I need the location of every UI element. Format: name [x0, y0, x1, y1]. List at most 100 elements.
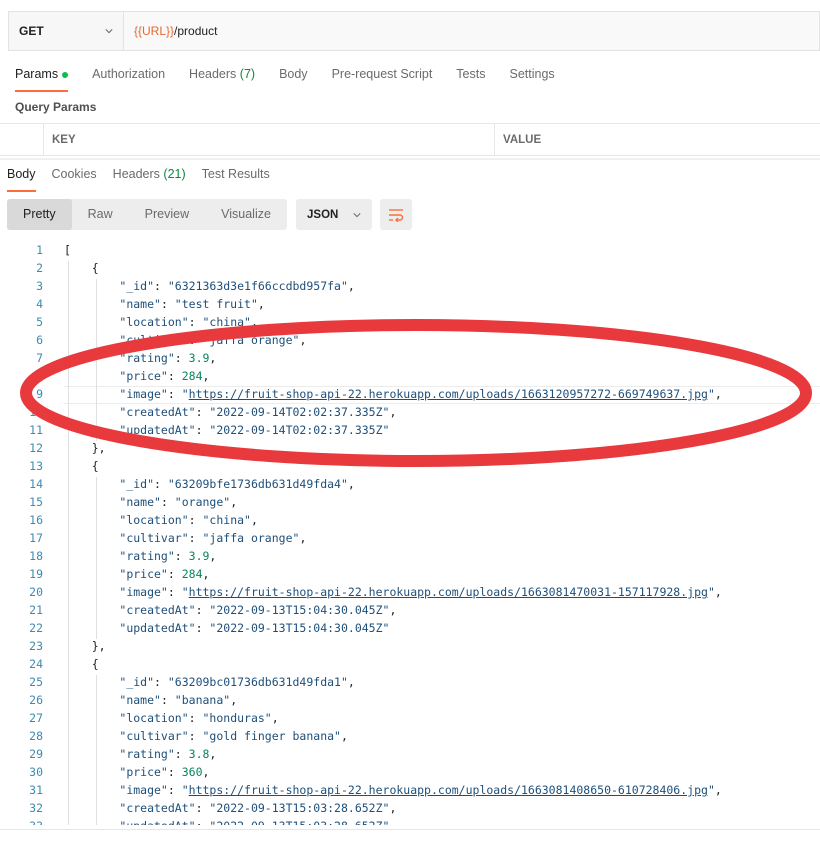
json-punctuation: {	[64, 657, 99, 671]
code-text: "createdAt": "2022-09-13T15:03:28.652Z",	[64, 799, 396, 817]
view-mode-preview[interactable]: Preview	[129, 199, 205, 230]
json-key: "location"	[119, 513, 189, 527]
line-number: 26	[29, 693, 43, 707]
chevron-down-icon	[105, 29, 113, 34]
tab-pre-request-script[interactable]: Pre-request Script	[332, 66, 433, 92]
json-string: "2022-09-13T15:04:30.045Z"	[209, 603, 390, 617]
json-key: "name"	[119, 495, 161, 509]
url-path: /product	[174, 24, 218, 38]
json-punctuation	[64, 675, 119, 689]
json-punctuation	[64, 423, 119, 437]
code-text: "image": "https://fruit-shop-api-22.hero…	[64, 583, 722, 601]
json-punctuation: :	[195, 621, 210, 635]
json-punctuation: :	[188, 315, 203, 329]
json-string: "	[707, 585, 715, 599]
line-number: 2	[36, 261, 43, 275]
json-punctuation: ,	[250, 315, 258, 329]
json-punctuation	[64, 747, 119, 761]
code-text: },	[64, 637, 106, 655]
json-number: 3.8	[188, 747, 210, 761]
json-punctuation: ,	[230, 495, 238, 509]
json-punctuation: :	[174, 747, 189, 761]
response-tab-headers[interactable]: Headers (21)	[113, 166, 186, 192]
url-variable: {{URL}}	[134, 24, 175, 38]
view-mode-pretty[interactable]: Pretty	[7, 199, 72, 230]
json-punctuation	[64, 495, 119, 509]
line-number: 16	[29, 513, 43, 527]
response-tab-cookies[interactable]: Cookies	[52, 166, 97, 192]
tab-authorization[interactable]: Authorization	[92, 66, 165, 92]
json-punctuation	[64, 621, 119, 635]
json-string: "jaffa orange"	[202, 531, 300, 545]
json-key: "_id"	[119, 477, 155, 491]
line-number: 3	[36, 279, 43, 293]
json-punctuation: ,	[230, 693, 238, 707]
method-select[interactable]: GET	[9, 12, 124, 50]
json-key: "location"	[119, 711, 189, 725]
json-key: "location"	[119, 315, 189, 329]
code-line: 32 "createdAt": "2022-09-13T15:03:28.652…	[0, 799, 820, 817]
json-punctuation: ,	[347, 477, 355, 491]
json-punctuation	[64, 549, 119, 563]
json-string: "2022-09-13T15:04:30.045Z"	[209, 621, 390, 635]
response-body[interactable]: 1[2 {3 "_id": "6321363d3e1f66ccdbd957fa"…	[0, 241, 820, 825]
json-punctuation	[64, 351, 119, 365]
line-number: 19	[29, 567, 43, 581]
json-punctuation: ,	[299, 333, 307, 347]
tab-params[interactable]: Params	[15, 66, 69, 92]
image-url-link[interactable]: https://fruit-shop-api-22.herokuapp.com/…	[189, 783, 708, 797]
json-punctuation: :	[154, 675, 168, 689]
code-line: 3 "_id": "6321363d3e1f66ccdbd957fa",	[0, 277, 820, 295]
tab-label: Params	[15, 67, 59, 81]
request-tabs: Params Authorization Headers (7) Body Pre-re…	[15, 66, 555, 92]
query-params-title: Query Params	[15, 100, 97, 114]
image-url-link[interactable]: https://fruit-shop-api-22.herokuapp.com/…	[189, 585, 708, 599]
line-number: 14	[29, 477, 43, 491]
json-punctuation: ,	[389, 603, 397, 617]
json-string: "2022-09-13T15:03:28.652Z"	[209, 819, 389, 825]
url-input[interactable]: {{URL}}/product	[124, 12, 819, 50]
line-number: 6	[36, 333, 43, 347]
json-punctuation: },	[64, 441, 106, 455]
json-punctuation: ,	[209, 351, 217, 365]
response-tab-test-results[interactable]: Test Results	[202, 166, 270, 192]
tab-label: Pre-request Script	[331, 67, 433, 81]
json-key: "rating"	[119, 351, 175, 365]
json-key: "createdAt"	[119, 405, 196, 419]
json-punctuation	[64, 603, 119, 617]
image-url-link[interactable]: https://fruit-shop-api-22.herokuapp.com/…	[189, 387, 708, 401]
json-punctuation: ,	[202, 369, 210, 383]
line-number: 9	[36, 387, 43, 401]
tab-body[interactable]: Body	[279, 66, 308, 92]
json-punctuation: },	[64, 639, 106, 653]
json-key: "updatedAt"	[119, 621, 196, 635]
code-line: 19 "price": 284,	[0, 565, 820, 583]
json-string: "	[707, 387, 715, 401]
json-key: "price"	[119, 567, 168, 581]
view-mode-visualize[interactable]: Visualize	[205, 199, 287, 230]
code-line: 10 "createdAt": "2022-09-14T02:02:37.335…	[0, 403, 820, 421]
format-select[interactable]: JSON	[296, 199, 372, 230]
json-punctuation: ,	[202, 765, 210, 779]
tab-settings[interactable]: Settings	[509, 66, 554, 92]
code-text: "_id": "6321363d3e1f66ccdbd957fa",	[64, 277, 354, 295]
code-text: "price": 360,	[64, 763, 209, 781]
json-punctuation: :	[188, 333, 203, 347]
json-string: "2022-09-14T02:02:37.335Z"	[209, 405, 390, 419]
json-string: "2022-09-13T15:03:28.652Z"	[209, 801, 390, 815]
method-label: GET	[19, 24, 44, 38]
view-mode-raw[interactable]: Raw	[72, 199, 129, 230]
json-punctuation: {	[64, 261, 99, 275]
json-punctuation: ,	[714, 585, 722, 599]
json-string: "	[707, 783, 715, 797]
tab-tests[interactable]: Tests	[456, 66, 485, 92]
tab-label: Headers	[112, 167, 160, 181]
response-tab-body[interactable]: Body	[7, 166, 36, 192]
status-dot-icon	[62, 71, 69, 78]
response-divider[interactable]	[0, 158, 820, 160]
wrap-lines-button[interactable]	[380, 199, 412, 230]
line-number: 28	[29, 729, 43, 743]
json-punctuation	[64, 531, 119, 545]
line-number: 25	[29, 675, 43, 689]
tab-headers[interactable]: Headers (7)	[189, 66, 255, 92]
